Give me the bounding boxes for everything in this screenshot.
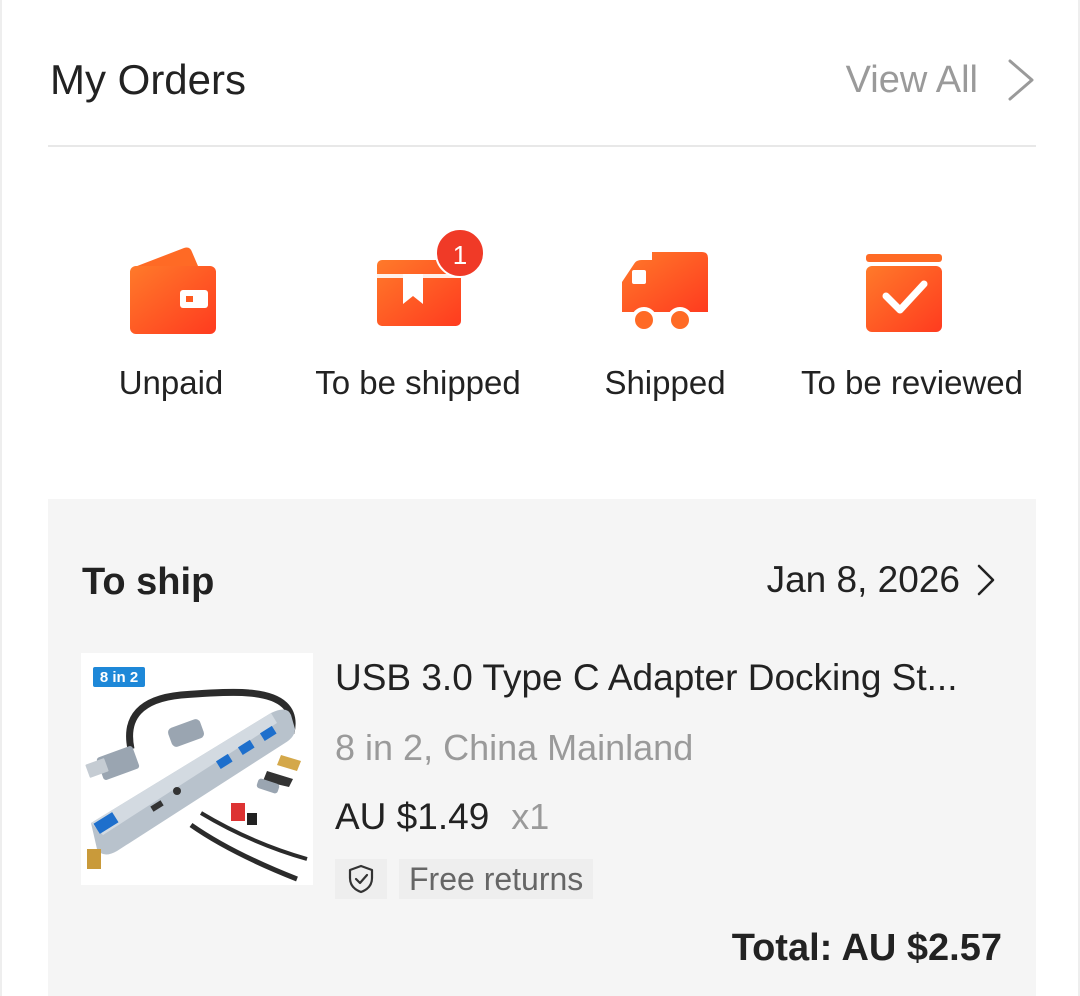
order-card[interactable]: To ship Jan 8, 2026 8 in 2 USB 3.0 Type … xyxy=(48,499,1036,996)
status-label-shipped: Shipped xyxy=(604,364,726,401)
review-checkbox-icon xyxy=(866,254,942,332)
status-tab-to-be-shipped[interactable]: 1 To be shipped xyxy=(293,228,543,420)
shield-check-icon xyxy=(348,864,374,894)
notification-badge: 1 xyxy=(435,228,485,278)
my-orders-header: My Orders View All xyxy=(48,40,1036,120)
order-date: Jan 8, 2026 xyxy=(766,559,960,600)
page-title: My Orders xyxy=(50,56,247,103)
order-date-link[interactable]: Jan 8, 2026 xyxy=(767,559,996,601)
status-tab-to-be-reviewed[interactable]: To be reviewed xyxy=(787,240,1037,420)
image-corner-label: 8 in 2 xyxy=(100,669,138,686)
view-all-label: View All xyxy=(845,59,978,101)
product-price: AU $1.49 xyxy=(335,796,490,837)
status-label-unpaid: Unpaid xyxy=(118,364,224,401)
returns-icon-box xyxy=(335,859,387,899)
status-label-to-be-reviewed: To be reviewed xyxy=(801,364,1023,401)
status-tab-shipped[interactable]: Shipped xyxy=(540,240,790,420)
product-variant: 8 in 2, China Mainland xyxy=(335,727,694,768)
free-returns-badge: Free returns xyxy=(335,859,594,899)
order-total: Total: AU $2.57 xyxy=(731,927,1002,969)
chevron-right-icon xyxy=(977,564,995,596)
order-status-tabs: Unpaid 1 To be shipped Shipped To be rev… xyxy=(46,228,1037,420)
order-status-label: To ship xyxy=(82,561,215,603)
free-returns-label: Free returns xyxy=(399,859,594,899)
status-tab-unpaid[interactable]: Unpaid xyxy=(46,240,296,420)
wallet-icon xyxy=(130,247,216,334)
delivery-truck-icon xyxy=(622,252,708,333)
my-orders-page: My Orders View All Unpaid 1 To be shippe… xyxy=(0,0,1080,996)
usb-hub-product-image: 8 in 2 xyxy=(81,653,313,885)
price-row: AU $1.49 x1 xyxy=(335,796,549,838)
status-label-to-be-shipped: To be shipped xyxy=(315,364,521,401)
chevron-right-icon xyxy=(1008,59,1034,101)
view-all-button[interactable]: View All xyxy=(846,54,1036,106)
product-thumbnail[interactable]: 8 in 2 xyxy=(81,653,313,885)
product-name[interactable]: USB 3.0 Type C Adapter Docking St... xyxy=(335,657,1005,699)
header-divider xyxy=(48,145,1036,147)
product-quantity: x1 xyxy=(511,796,550,837)
